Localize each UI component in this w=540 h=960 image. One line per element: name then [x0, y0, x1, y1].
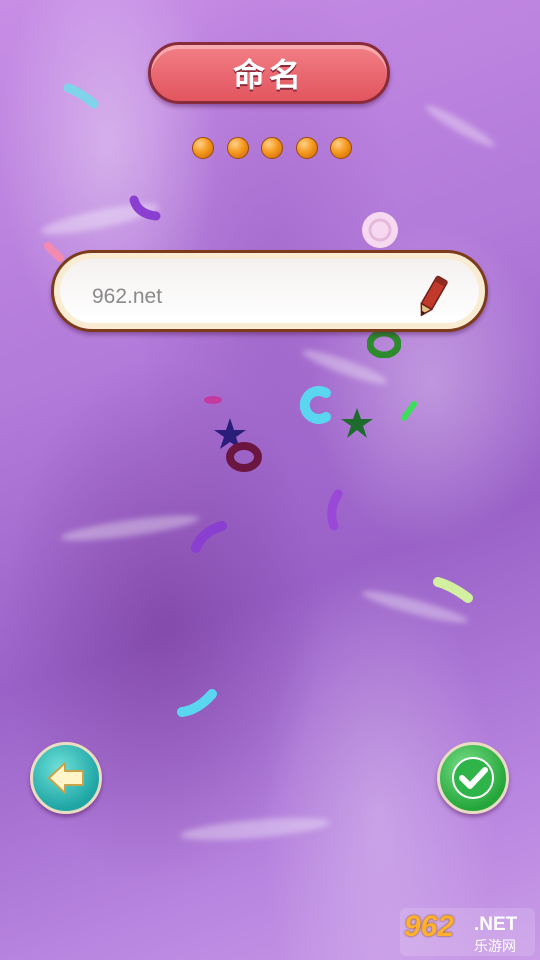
progress-dots [192, 137, 352, 161]
sprinkle-pink-bead-small [204, 396, 222, 404]
sprinkle-green-star [341, 408, 373, 438]
sprinkle-violet-noodle [327, 489, 343, 531]
pencil-icon[interactable] [415, 274, 449, 320]
sprinkle-green-ring [367, 330, 401, 358]
sprinkle-lime-noodle [433, 577, 473, 603]
name-input-inner[interactable]: 962.net [60, 259, 479, 323]
sprinkle-purple-noodle [129, 195, 161, 221]
checkmark-icon [452, 757, 494, 799]
progress-dot [295, 137, 318, 159]
left-arrow-icon [48, 762, 84, 794]
watermark-net: .NET [474, 914, 518, 935]
confirm-button[interactable] [437, 742, 509, 814]
sprinkle-green-pill [401, 401, 417, 421]
sprinkle-pink-bead [362, 212, 398, 248]
sprinkle-cyan-noodle [177, 689, 217, 717]
back-button[interactable] [30, 742, 102, 814]
sprinkle-purple-curve [191, 521, 227, 553]
sprinkle-maroon-donut [226, 442, 262, 472]
name-input-field[interactable]: 962.net [51, 250, 488, 332]
name-input-value[interactable]: 962.net [92, 285, 162, 309]
progress-dot [330, 137, 352, 159]
watermark-number: 962 [404, 910, 455, 943]
page-title: 命名 [232, 56, 305, 94]
watermark-logo: 962 .NET 乐游网 [400, 908, 535, 956]
watermark-cn: 乐游网 [474, 939, 516, 955]
progress-dot [192, 137, 214, 159]
sprinkle-blue-noodle [63, 83, 99, 109]
title-banner: 命名 [148, 42, 390, 104]
progress-dot [226, 137, 249, 159]
progress-dot [261, 137, 283, 159]
sprinkle-cyan-c [299, 386, 331, 424]
